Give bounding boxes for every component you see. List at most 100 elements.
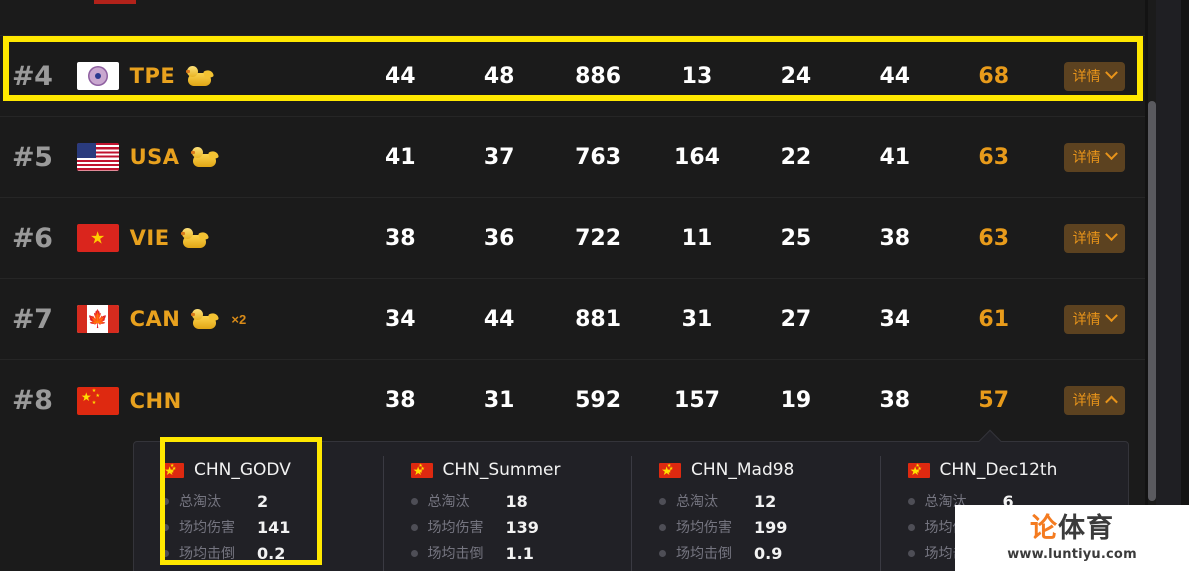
table-row[interactable]: #4 TPE 44 48 886 13 24 44 68 详情 — [0, 36, 1145, 117]
flag-icon: 🍁 — [76, 305, 119, 333]
chicken-dinner-icon — [191, 308, 220, 330]
team-name: VIE — [129, 226, 170, 250]
leaderboard-table: #4 TPE 44 48 886 13 24 44 68 详情 #5 USA 41 37 763 164 22 4… — [0, 0, 1145, 571]
player-name: CHN_Mad98 — [691, 460, 795, 480]
chicken-dinner-icon — [190, 146, 219, 168]
player-stat-row: 总淘汰 18 — [410, 491, 632, 511]
stat-cell: 48 — [483, 63, 515, 89]
detail-button[interactable]: 详情 — [1063, 304, 1125, 334]
flag-icon: ★ ★ ★ ★ — [162, 462, 184, 478]
player-stat-label: 场均伤害 — [179, 520, 235, 536]
bullet-icon — [410, 497, 418, 505]
stat-cell: 31 — [681, 306, 713, 332]
bullet-icon — [410, 549, 418, 557]
bullet-icon — [907, 523, 915, 531]
player-stat-label: 场均击倒 — [676, 546, 732, 562]
stat-cell: 19 — [780, 388, 812, 413]
team-name: CAN — [129, 307, 181, 331]
table-row[interactable]: #6 ★ VIE 38 36 722 11 25 38 63 详情 — [0, 198, 1145, 279]
team-name: CHN — [129, 388, 182, 413]
player-stat-label: 场均伤害 — [676, 520, 732, 536]
flag-icon — [94, 0, 136, 4]
stat-cell: 38 — [879, 388, 911, 413]
flag-icon — [76, 62, 119, 90]
player-stat-row: 场均伤害 141 — [162, 517, 383, 537]
player-stat-label: 场均伤害 — [427, 520, 484, 536]
player-stat-label: 总淘汰 — [676, 494, 718, 510]
player-stat-value: 0.2 — [257, 543, 286, 563]
player-stat-label: 总淘汰 — [179, 494, 221, 510]
detail-button[interactable]: 详情 — [1063, 142, 1125, 172]
score-cell: 57 — [978, 388, 1010, 413]
detail-button[interactable]: 详情 — [1063, 61, 1125, 91]
player-stat-row: 总淘汰 2 — [162, 491, 383, 511]
table-row[interactable]: #7 🍁 CAN ×2 34 44 881 31 27 34 61 详情 — [0, 279, 1145, 360]
row-rank: #6 — [12, 222, 53, 254]
watermark-url: www.luntiyu.com — [1007, 546, 1137, 562]
flag-icon: ★ ★ ★ ★ — [907, 462, 930, 478]
chevron-down-icon — [1104, 309, 1118, 323]
row-action: 详情 — [1043, 304, 1145, 334]
leaderboard-app: #4 TPE 44 48 886 13 24 44 68 详情 #5 USA 41 37 763 164 22 4… — [0, 0, 1189, 571]
team-name: USA — [129, 145, 180, 169]
watermark-logo: 论体育 — [1030, 515, 1114, 542]
flag-icon — [76, 143, 119, 171]
stat-cell: 763 — [575, 144, 622, 170]
bullet-icon — [162, 497, 169, 505]
score-cell: 63 — [978, 144, 1010, 170]
row-action: 详情 — [1043, 223, 1145, 253]
player-stat-value: 18 — [505, 491, 528, 511]
player-stat-value: 199 — [754, 517, 788, 537]
player-name: CHN_Summer — [442, 460, 561, 480]
window-edge — [1181, 0, 1189, 571]
stat-cell: 13 — [681, 63, 713, 89]
player-name: CHN_GODV — [194, 460, 291, 480]
detail-button-label: 详情 — [1072, 149, 1101, 166]
player-stat-label: 总淘汰 — [427, 494, 470, 510]
row-team: ★ VIE — [76, 224, 351, 252]
stat-cell: 38 — [384, 225, 416, 251]
stat-cell: 31 — [483, 388, 515, 413]
stat-cell: 164 — [674, 144, 720, 170]
watermark-logo-char-2: 体育 — [1058, 512, 1114, 544]
stat-cell: 38 — [879, 225, 911, 251]
table-rows: #4 TPE 44 48 886 13 24 44 68 详情 #5 USA 41 37 763 164 22 4… — [0, 36, 1145, 571]
stat-cell: 44 — [879, 63, 911, 89]
stat-cell: 41 — [879, 144, 911, 170]
flag-icon: ★ ★ ★ ★ — [76, 386, 119, 415]
detail-button[interactable]: 详情 — [1063, 386, 1125, 415]
player-stat-row: 场均击倒 0.9 — [659, 543, 880, 563]
scrollbar-thumb[interactable] — [1148, 101, 1156, 501]
player-stat-row: 总淘汰 12 — [659, 491, 880, 511]
stat-cell: 592 — [575, 388, 622, 413]
stat-cell: 11 — [681, 225, 713, 251]
row-rank: #4 — [12, 60, 53, 92]
player-card-header: ★ ★ ★ ★ CHN_Dec12th — [907, 460, 1129, 480]
stat-cell: 886 — [575, 63, 622, 89]
stat-cell: 881 — [575, 306, 622, 332]
stat-cell: 37 — [483, 144, 515, 170]
table-row[interactable]: #8 ★ ★ ★ ★ CHN 38 31 592 157 19 38 57 详情 — [0, 360, 1145, 441]
player-stat-value: 141 — [257, 517, 291, 537]
chicken-multiplier: ×2 — [231, 311, 247, 327]
stat-cell: 44 — [483, 306, 515, 332]
detail-button[interactable]: 详情 — [1063, 223, 1125, 253]
stat-cell: 38 — [384, 388, 416, 413]
detail-button-label: 详情 — [1072, 230, 1101, 247]
player-stat-label: 场均击倒 — [179, 546, 235, 562]
bullet-icon — [659, 523, 666, 531]
stat-cell: 36 — [483, 225, 515, 251]
score-cell: 68 — [978, 63, 1010, 89]
player-stat-value: 139 — [505, 517, 539, 537]
stat-cell: 44 — [384, 63, 416, 89]
stat-cell: 157 — [674, 388, 720, 413]
table-row[interactable]: #5 USA 41 37 763 164 22 41 63 详情 — [0, 117, 1145, 198]
chevron-down-icon — [1104, 147, 1118, 161]
bullet-icon — [659, 549, 666, 557]
chicken-dinner-icon — [186, 65, 215, 87]
detail-button-label: 详情 — [1072, 393, 1101, 409]
chevron-down-icon — [1104, 228, 1118, 242]
bullet-icon — [162, 549, 169, 557]
row-team: ★ ★ ★ ★ CHN — [76, 386, 351, 415]
player-stat-row: 场均伤害 199 — [659, 517, 880, 537]
